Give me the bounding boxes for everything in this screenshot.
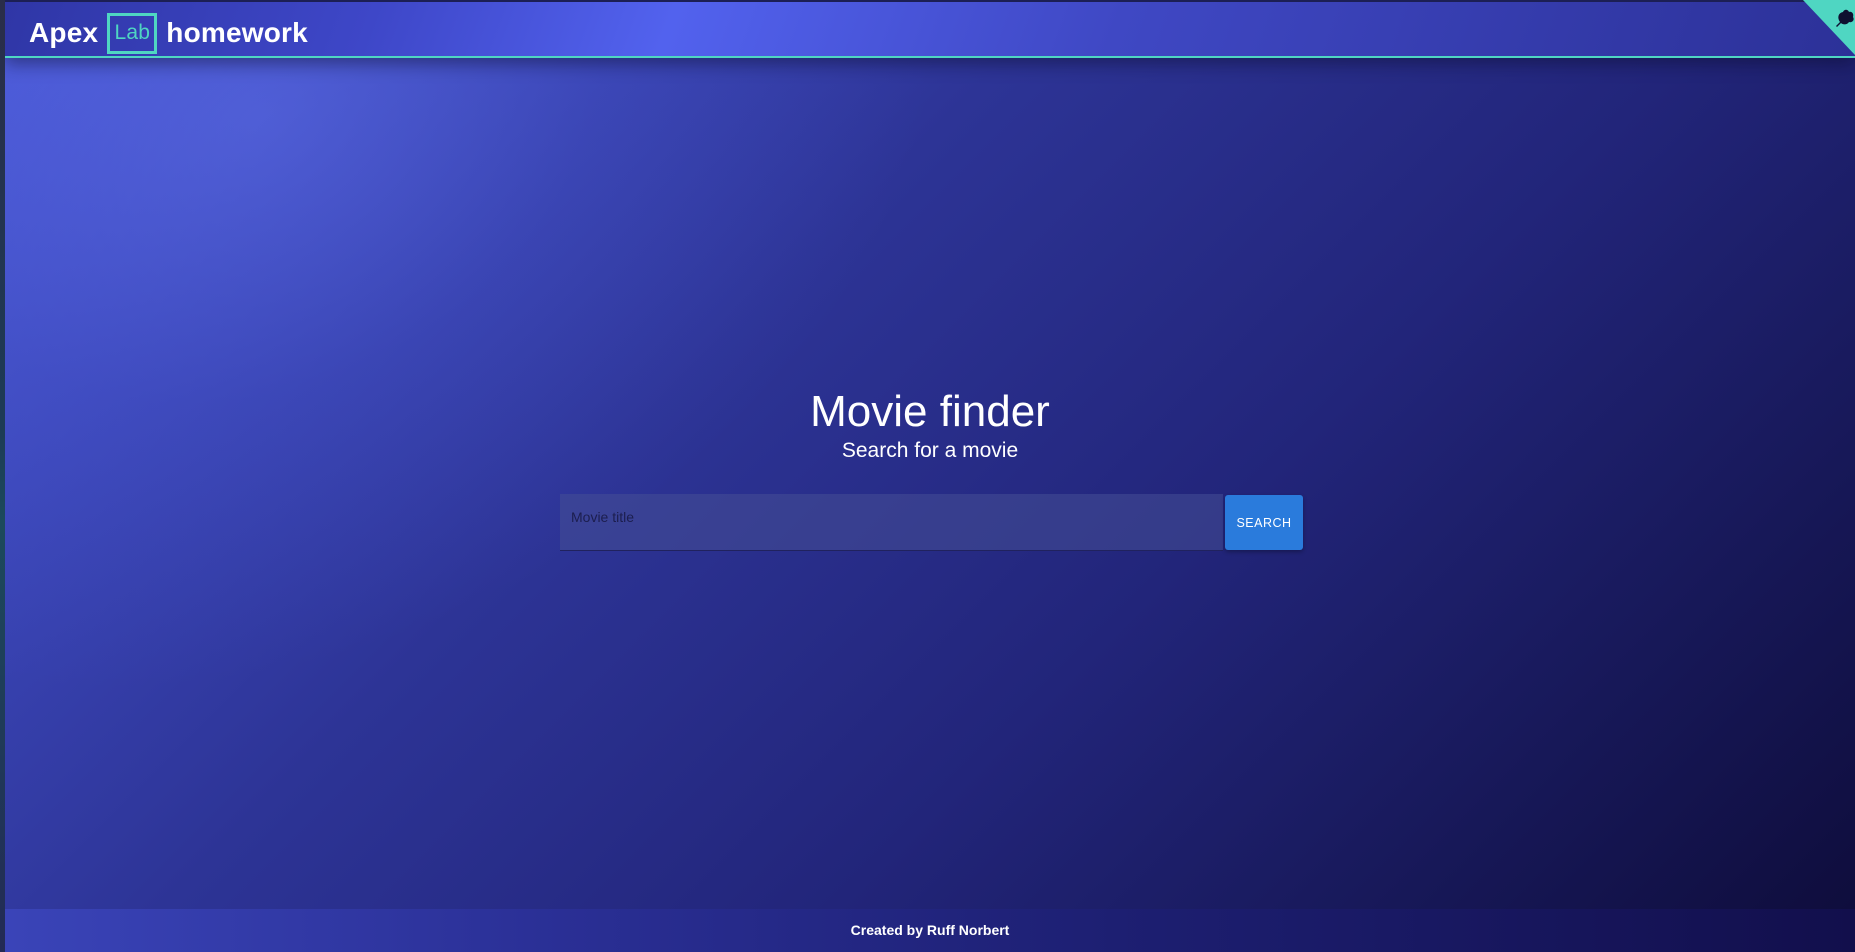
- brand-box: Lab: [107, 12, 158, 54]
- page-title: Movie finder: [810, 387, 1050, 436]
- brand-prefix: Apex: [29, 17, 99, 48]
- search-form: SEARCH: [560, 494, 1305, 551]
- search-button[interactable]: SEARCH: [1225, 495, 1303, 550]
- page: Apex Lab homework Movie finder Search fo…: [5, 0, 1855, 952]
- corner-ribbon-link[interactable]: [1800, 0, 1855, 55]
- movie-title-input[interactable]: [560, 494, 1223, 551]
- window-edge: [0, 0, 5, 952]
- footer-credit: Created by Ruff Norbert: [850, 922, 1010, 938]
- brand-suffix: homework: [166, 17, 308, 48]
- hero: Movie finder Search for a movie: [5, 386, 1855, 464]
- ribbon-icon: [1803, 0, 1855, 55]
- footer: Created by Ruff Norbert: [5, 909, 1855, 952]
- page-subtitle: Search for a movie: [841, 439, 1019, 462]
- app-header: Apex Lab homework: [5, 0, 1855, 58]
- brand-logo[interactable]: Apex Lab homework: [29, 10, 308, 56]
